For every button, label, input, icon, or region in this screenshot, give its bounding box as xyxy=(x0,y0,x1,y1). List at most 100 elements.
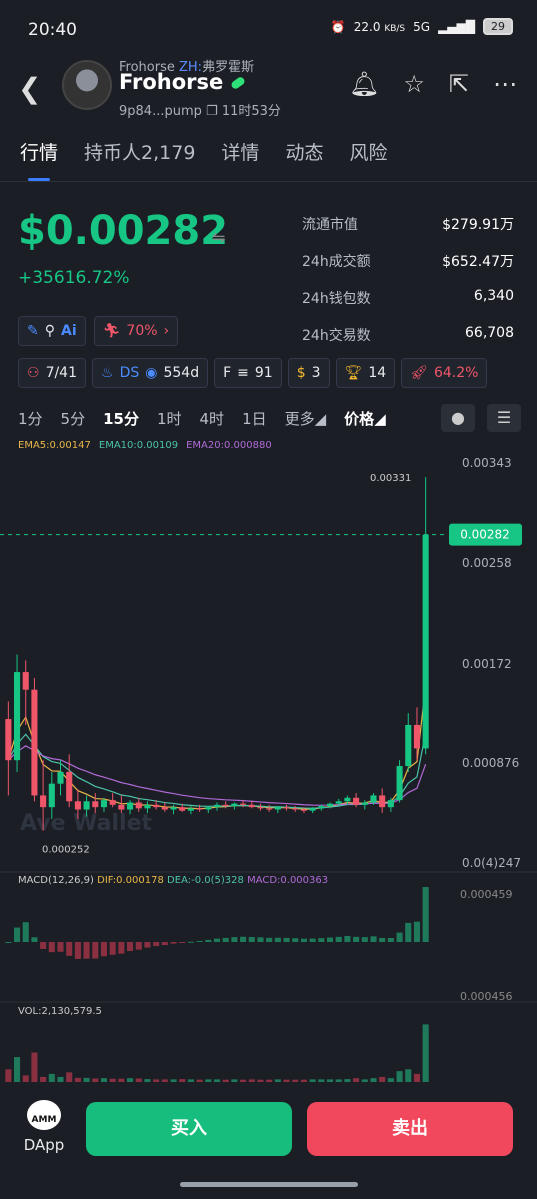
more-icon[interactable]: ⋯ xyxy=(493,70,517,98)
candle xyxy=(300,809,307,811)
price-change: +35616.72% xyxy=(18,268,130,288)
candle xyxy=(353,797,360,805)
chart-tools: ● ☰ xyxy=(441,404,521,432)
candle xyxy=(387,800,394,808)
kol-badge[interactable]: ⚇ 7/41 xyxy=(18,358,87,388)
macd-bar xyxy=(387,937,394,942)
status-bar: 20:40 ⏰ 22.0 KB/S 5G ▂▄▆█ 29 xyxy=(0,0,537,56)
tf-1h[interactable]: 1时 xyxy=(157,408,182,429)
indicator-icon[interactable]: ● xyxy=(441,404,475,432)
macd-bar xyxy=(5,942,12,943)
macd-bar xyxy=(109,942,116,955)
sell-button[interactable]: 卖出 xyxy=(307,1102,513,1156)
solana-icon: ≡ xyxy=(237,365,249,381)
candle xyxy=(153,804,160,808)
macd-legend: MACD(12,26,9) DIF:0.000178 DEA:-0.0(5)32… xyxy=(18,875,328,886)
macd-bar xyxy=(379,937,386,942)
candle xyxy=(92,801,99,808)
tf-1d[interactable]: 1日 xyxy=(242,408,267,429)
macd-bar xyxy=(118,942,125,954)
divider xyxy=(0,181,537,182)
tab-holders[interactable]: 持币人2,179 xyxy=(84,138,195,165)
token-address[interactable]: 9p84...pump ❐ 11时53分 xyxy=(119,100,281,119)
volume-bar xyxy=(92,1078,99,1082)
tf-5m[interactable]: 5分 xyxy=(61,408,86,429)
candle xyxy=(213,804,221,808)
volume-bar xyxy=(248,1079,255,1082)
star-icon[interactable]: ☆ xyxy=(403,70,425,98)
macd-bar xyxy=(153,942,160,947)
macd-bar xyxy=(66,942,73,956)
money-badge[interactable]: $3 xyxy=(287,358,330,388)
badge-row-1: ✎ ⚲ Ai 🏃︎ 70% › xyxy=(18,316,179,346)
dapp-button[interactable]: AMM DApp xyxy=(22,1100,66,1154)
swap-icon[interactable]: ⇋ xyxy=(212,228,225,247)
volume-bar xyxy=(387,1078,394,1082)
macd-axis-bottom: 0.000456 xyxy=(460,990,513,1003)
candle xyxy=(40,795,47,808)
buy-button[interactable]: 买入 xyxy=(86,1102,292,1156)
tf-15m[interactable]: 15分 xyxy=(103,408,139,429)
candle xyxy=(205,807,212,810)
tab-activity[interactable]: 动态 xyxy=(285,138,323,165)
macd-bar xyxy=(187,941,194,943)
macd-bar xyxy=(248,936,255,942)
price-mode[interactable]: 价格◢ xyxy=(344,408,386,429)
share-icon[interactable]: ⇱ xyxy=(449,70,469,98)
macd-bar xyxy=(309,938,316,942)
settings-icon[interactable]: ☰ xyxy=(487,404,521,432)
back-button[interactable]: ❮ xyxy=(18,72,41,105)
chef-icon: ♨ xyxy=(101,365,114,381)
volume-bar xyxy=(205,1079,212,1082)
tab-risk[interactable]: 风险 xyxy=(349,138,387,165)
volume-bar xyxy=(40,1076,47,1082)
candle xyxy=(370,795,377,803)
runner-badge[interactable]: 🏃︎ 70% › xyxy=(93,316,179,346)
volume-bar xyxy=(370,1078,377,1082)
token-avatar[interactable] xyxy=(62,60,112,110)
f-badge[interactable]: F ≡ 91 xyxy=(214,358,282,388)
stat-row: 流通市值 $279.91万 xyxy=(302,217,514,233)
candle xyxy=(422,534,429,749)
volume-bar xyxy=(413,1073,421,1082)
candle xyxy=(5,719,12,761)
tab-market[interactable]: 行情 xyxy=(20,138,58,165)
candle xyxy=(135,802,142,809)
volume-bar xyxy=(300,1079,307,1082)
candle xyxy=(100,800,108,808)
tf-1m[interactable]: 1分 xyxy=(18,408,43,429)
macd-bar xyxy=(413,921,421,942)
signal-icon: ▂▄▆█ xyxy=(438,19,475,34)
volume-bar xyxy=(361,1079,368,1082)
candle xyxy=(396,766,403,801)
price-chart[interactable]: Ave Wallet 0.003430.002580.001720.000876… xyxy=(0,430,537,1092)
trophy-icon: 🏆︎ xyxy=(344,365,363,381)
tool-badges[interactable]: ✎ ⚲ Ai xyxy=(18,316,86,346)
candle xyxy=(413,724,421,749)
volume-bar xyxy=(309,1079,316,1082)
ds-badge[interactable]: ♨ DS ◉ 554d xyxy=(92,358,209,388)
bell-icon[interactable]: 🔔︎ xyxy=(349,70,379,98)
tab-details[interactable]: 详情 xyxy=(221,138,259,165)
copy-icon[interactable]: ❐ xyxy=(206,104,218,119)
low-marker: 0.000252 xyxy=(42,844,90,855)
macd-bar xyxy=(361,937,368,942)
trophy-badge[interactable]: 🏆︎ 14 xyxy=(335,358,396,388)
candle xyxy=(118,804,125,810)
header-actions: 🔔︎ ☆ ⇱ ⋯ xyxy=(349,70,517,98)
price-axis-label: 0.00343 xyxy=(462,456,512,470)
candle xyxy=(57,771,64,784)
volume-bar xyxy=(13,1057,21,1082)
macd-bar xyxy=(213,938,221,942)
home-indicator xyxy=(180,1182,358,1187)
macd-bar xyxy=(396,932,403,942)
macd-bar xyxy=(13,927,21,942)
search-icon: ⚲ xyxy=(44,323,55,339)
candle xyxy=(66,771,73,802)
volume-bar xyxy=(405,1069,412,1082)
candle xyxy=(248,804,255,808)
tf-more[interactable]: 更多◢ xyxy=(285,408,327,429)
macd-bar xyxy=(127,942,134,952)
tf-4h[interactable]: 4时 xyxy=(200,408,225,429)
rocket-badge[interactable]: 🚀︎ 64.2% xyxy=(401,358,488,388)
